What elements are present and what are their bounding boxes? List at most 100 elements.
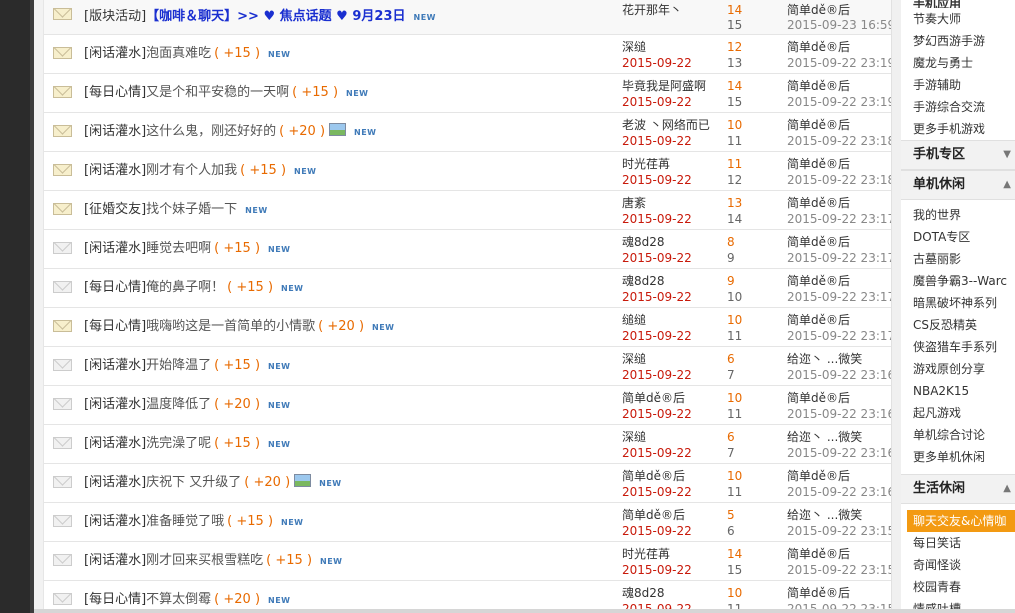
thread-category-link[interactable]: [版块活动]	[84, 9, 146, 24]
author-link[interactable]: 深缒	[622, 39, 646, 55]
sidebar-item[interactable]: 每日笑话	[901, 532, 1015, 554]
thread-subject-link[interactable]: 准备睡觉了哦	[146, 514, 224, 529]
reply-count[interactable]: 14	[727, 78, 742, 94]
reply-count[interactable]: 8	[727, 234, 735, 250]
reply-count[interactable]: 5	[727, 507, 735, 523]
author-link[interactable]: 时光荏苒	[622, 546, 670, 562]
sidebar-item[interactable]: 更多手机游戏	[901, 118, 1015, 140]
sidebar-item[interactable]: 魔兽争霸3--Warc	[901, 270, 1015, 292]
thread-category-link[interactable]: [每日心情]	[84, 319, 146, 334]
last-poster-link[interactable]: 简单dě®后	[787, 195, 850, 211]
sidebar-item[interactable]: 侠盗猎车手系列	[901, 336, 1015, 358]
sidebar-item[interactable]: 古墓丽影	[901, 248, 1015, 270]
reply-count[interactable]: 6	[727, 351, 735, 367]
thread-category-link[interactable]: [闲话灌水]	[84, 241, 146, 256]
last-poster-link[interactable]: 简单dě®后	[787, 2, 850, 18]
sidebar-item[interactable]: 起凡游戏	[901, 402, 1015, 424]
author-link[interactable]: 魂8d28	[622, 234, 665, 250]
reply-count[interactable]: 14	[727, 2, 742, 18]
sidebar-item[interactable]: 梦幻西游手游	[901, 30, 1015, 52]
last-poster-link[interactable]: 简单dě®后	[787, 585, 850, 601]
thread-category-link[interactable]: [每日心情]	[84, 592, 146, 607]
reply-count[interactable]: 10	[727, 585, 742, 601]
thread-subject-link[interactable]: 又是个和平安稳的一天啊	[146, 85, 289, 100]
thread-subject-link[interactable]: 俺的鼻子啊！	[146, 280, 224, 295]
thread-subject-link[interactable]: 泡面真难吃	[146, 46, 211, 61]
thread-subject-link[interactable]: 洗完澡了呢	[146, 436, 211, 451]
author-link[interactable]: 深缒	[622, 351, 646, 367]
reply-count[interactable]: 10	[727, 390, 742, 406]
author-link[interactable]: 花开那年丶	[622, 2, 682, 18]
author-link[interactable]: 魂8d28	[622, 273, 665, 289]
thread-category-link[interactable]: [每日心情]	[84, 280, 146, 295]
thread-category-link[interactable]: [闲话灌水]	[84, 358, 146, 373]
thread-category-link[interactable]: [闲话灌水]	[84, 397, 146, 412]
author-link[interactable]: 时光荏苒	[622, 156, 670, 172]
thread-category-link[interactable]: [闲话灌水]	[84, 514, 146, 529]
last-poster-link[interactable]: 简单dě®后	[787, 546, 850, 562]
horizontal-scrollbar[interactable]	[34, 609, 1015, 613]
last-poster-link[interactable]: 简单dě®后	[787, 234, 850, 250]
thread-subject-link[interactable]: 开始降温了	[146, 358, 211, 373]
thread-subject-link[interactable]: 温度降低了	[146, 397, 211, 412]
chevron-down-icon[interactable]: ▼	[1003, 141, 1011, 169]
author-link[interactable]: 老波 丶网络而已	[622, 117, 710, 133]
author-link[interactable]: 简单dě®后	[622, 390, 685, 406]
last-poster-link[interactable]: 给迩丶 ...微笑	[787, 351, 862, 367]
thread-category-link[interactable]: [闲话灌水]	[84, 46, 146, 61]
reply-count[interactable]: 6	[727, 429, 735, 445]
thread-category-link[interactable]: [征婚交友]	[84, 202, 146, 217]
reply-count[interactable]: 14	[727, 546, 742, 562]
last-poster-link[interactable]: 简单dě®后	[787, 273, 850, 289]
sidebar-item[interactable]: CS反恐精英	[901, 314, 1015, 336]
last-poster-link[interactable]: 简单dě®后	[787, 312, 850, 328]
sidebar-item[interactable]: 魔龙与勇士	[901, 52, 1015, 74]
sidebar-section-pc-games[interactable]: 单机休闲 ▲	[901, 170, 1015, 200]
last-poster-link[interactable]: 简单dě®后	[787, 39, 850, 55]
sidebar-item[interactable]: 校园青春	[901, 576, 1015, 598]
reply-count[interactable]: 10	[727, 312, 742, 328]
author-link[interactable]: 魂8d28	[622, 585, 665, 601]
last-poster-link[interactable]: 简单dě®后	[787, 390, 850, 406]
thread-subject-link[interactable]: 【咖啡＆聊天】>> ♥ 焦点话题 ♥ 9月23日	[146, 9, 405, 24]
author-link[interactable]: 毕竟我是阿盛啊	[622, 78, 706, 94]
thread-category-link[interactable]: [闲话灌水]	[84, 163, 146, 178]
sidebar-item[interactable]: 手游辅助	[901, 74, 1015, 96]
sidebar-item[interactable]: 暗黑破坏神系列	[901, 292, 1015, 314]
thread-subject-link[interactable]: 不算太倒霉	[146, 592, 211, 607]
reply-count[interactable]: 10	[727, 468, 742, 484]
sidebar-item[interactable]: 手游综合交流	[901, 96, 1015, 118]
sidebar-item[interactable]: 游戏原创分享	[901, 358, 1015, 380]
last-poster-link[interactable]: 简单dě®后	[787, 468, 850, 484]
reply-count[interactable]: 13	[727, 195, 742, 211]
author-link[interactable]: 深缒	[622, 429, 646, 445]
author-link[interactable]: 缒缒	[622, 312, 646, 328]
thread-subject-link[interactable]: 这什么鬼，刚还好好的	[146, 124, 276, 139]
thread-category-link[interactable]: [闲话灌水]	[84, 124, 146, 139]
last-poster-link[interactable]: 给迩丶 ...微笑	[787, 429, 862, 445]
chevron-up-icon[interactable]: ▲	[1003, 475, 1011, 503]
sidebar-section-mobile-zone[interactable]: 手机专区 ▼	[901, 140, 1015, 170]
last-poster-link[interactable]: 简单dě®后	[787, 156, 850, 172]
sidebar-item[interactable]: NBA2K15	[901, 380, 1015, 402]
sidebar-item[interactable]: 我的世界	[901, 204, 1015, 226]
thread-category-link[interactable]: [每日心情]	[84, 85, 146, 100]
last-poster-link[interactable]: 给迩丶 ...微笑	[787, 507, 862, 523]
thread-category-link[interactable]: [闲话灌水]	[84, 475, 146, 490]
chevron-up-icon[interactable]: ▲	[1003, 171, 1011, 199]
sidebar-clipped-item[interactable]: 手机应用	[901, 0, 1015, 8]
sidebar-item[interactable]: DOTA专区	[901, 226, 1015, 248]
last-poster-link[interactable]: 简单dě®后	[787, 117, 850, 133]
sidebar-item[interactable]: 节奏大师	[901, 8, 1015, 30]
thread-subject-link[interactable]: 找个妹子婚一下	[146, 202, 237, 217]
author-link[interactable]: 唐紊	[622, 195, 646, 211]
author-link[interactable]: 简单dě®后	[622, 468, 685, 484]
sidebar-item[interactable]: 更多单机休闲	[901, 446, 1015, 468]
sidebar-item[interactable]: 单机综合讨论	[901, 424, 1015, 446]
thread-subject-link[interactable]: 睡觉去吧啊	[146, 241, 211, 256]
thread-subject-link[interactable]: 刚才回来买根雪糕吃	[146, 553, 263, 568]
thread-subject-link[interactable]: 哦嗨哟这是一首简单的小情歌	[146, 319, 315, 334]
sidebar-item[interactable]: 聊天交友&心情咖	[907, 510, 1015, 532]
author-link[interactable]: 简单dě®后	[622, 507, 685, 523]
thread-category-link[interactable]: [闲话灌水]	[84, 436, 146, 451]
